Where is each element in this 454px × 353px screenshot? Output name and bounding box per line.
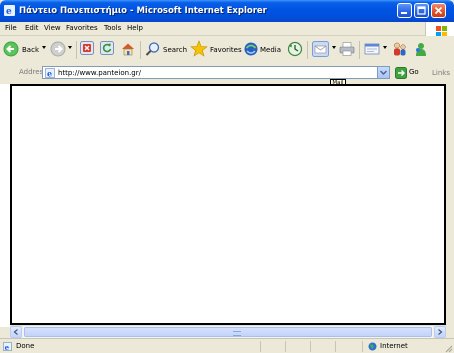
messenger-icon: [416, 43, 426, 56]
home-button[interactable]: [120, 39, 136, 61]
toolbar-separator: [76, 41, 77, 59]
go-arrow-icon: [395, 67, 407, 79]
chevron-down-icon: [380, 70, 387, 75]
menu-file[interactable]: File: [5, 23, 17, 34]
go-label: Go: [409, 68, 419, 76]
window-title: Πάντειο Πανεπιστήμιο - Microsoft Interne…: [19, 6, 267, 16]
mail-icon: [312, 41, 329, 57]
stop-icon: [80, 41, 94, 55]
menu-edit[interactable]: Edit: [25, 23, 39, 34]
menu-view[interactable]: View: [44, 23, 61, 34]
history-button[interactable]: [287, 39, 303, 61]
menu-help[interactable]: Help: [127, 23, 143, 34]
close-button[interactable]: [431, 3, 446, 18]
close-icon: [434, 6, 443, 15]
edit-dropdown-arrow[interactable]: [383, 46, 387, 49]
ie-window: e Πάντειο Πανεπιστήμιο - Microsoft Inter…: [0, 0, 454, 353]
internet-globe-icon: [368, 342, 377, 351]
back-label: Back: [22, 46, 39, 54]
maximize-icon: [417, 6, 426, 15]
search-icon: [145, 42, 160, 56]
forward-dropdown-arrow[interactable]: [68, 46, 72, 49]
address-url: http://www.panteion.gr/: [58, 69, 141, 77]
status-text: Done: [16, 342, 35, 350]
messenger-button[interactable]: [413, 39, 429, 61]
scroll-thumb[interactable]: [24, 327, 432, 337]
status-panel-divider: [285, 341, 286, 352]
page-content-area[interactable]: [10, 84, 446, 325]
favorites-star-icon: [190, 40, 208, 57]
scroll-grip: [233, 331, 241, 336]
toolbar-separator: [359, 41, 360, 59]
search-button[interactable]: Search: [145, 39, 188, 61]
address-bar: Address e http://www.panteion.gr/ Go Lin…: [0, 64, 454, 82]
mail-dropdown-arrow[interactable]: [332, 46, 336, 49]
links-button[interactable]: Links: [432, 69, 450, 77]
home-icon: [122, 43, 134, 56]
media-button[interactable]: Media: [243, 39, 281, 61]
forward-button[interactable]: [50, 39, 66, 61]
favorites-label: Favorites: [210, 46, 242, 54]
mail-button[interactable]: [312, 39, 330, 61]
refresh-button[interactable]: [100, 39, 116, 61]
status-panel-divider: [310, 341, 311, 352]
menu-tools[interactable]: Tools: [104, 23, 121, 34]
chevron-left-icon: [13, 328, 18, 336]
discuss-button[interactable]: [392, 39, 408, 61]
menu-bar: File Edit View Favorites Tools Help: [0, 22, 454, 36]
edit-page-icon: [364, 43, 380, 55]
scroll-right-button[interactable]: [434, 326, 446, 338]
history-icon: [287, 41, 303, 57]
refresh-icon: [100, 41, 114, 55]
ie-logo-icon: e: [4, 5, 15, 16]
search-label: Search: [163, 46, 188, 54]
toolbar-separator: [307, 41, 308, 59]
svg-text:e: e: [5, 343, 10, 351]
maximize-button[interactable]: [414, 3, 429, 18]
minimize-button[interactable]: [397, 3, 412, 18]
address-dropdown-button[interactable]: [377, 67, 389, 78]
menu-favorites[interactable]: Favorites: [66, 23, 98, 34]
horizontal-scrollbar[interactable]: [10, 325, 446, 338]
status-panel-divider: [260, 341, 261, 352]
resize-grip-icon[interactable]: [443, 343, 453, 353]
media-label: Media: [260, 46, 282, 54]
forward-arrow-icon: [50, 41, 66, 57]
status-panel-divider: [335, 341, 336, 352]
scroll-left-button[interactable]: [10, 326, 22, 338]
stop-button[interactable]: [80, 39, 96, 61]
edit-button[interactable]: [364, 39, 380, 61]
security-zone-label: Internet: [380, 342, 408, 350]
status-panel-divider: [362, 341, 363, 352]
favorites-button[interactable]: Favorites: [190, 39, 242, 61]
print-button[interactable]: [339, 39, 355, 61]
media-icon: [244, 42, 258, 56]
svg-text:e: e: [6, 7, 12, 16]
back-button[interactable]: Back: [3, 39, 41, 61]
standard-toolbar: Back Search Favorites Media: [0, 36, 454, 65]
chevron-right-icon: [438, 328, 443, 336]
go-button[interactable]: Go: [395, 67, 425, 79]
status-bar: e Done Internet: [0, 338, 454, 353]
page-ie-icon: e: [45, 68, 55, 78]
address-input[interactable]: e http://www.panteion.gr/: [42, 66, 390, 79]
back-dropdown-arrow[interactable]: [42, 46, 46, 49]
toolbar-separator: [140, 41, 141, 59]
svg-text:e: e: [47, 69, 52, 79]
content-margin: [0, 84, 10, 327]
discuss-people-icon: [394, 42, 406, 56]
printer-icon: [339, 42, 355, 56]
title-bar[interactable]: e Πάντειο Πανεπιστήμιο - Microsoft Inter…: [0, 0, 454, 22]
minimize-icon: [401, 12, 407, 14]
page-done-icon: e: [3, 342, 12, 351]
back-arrow-icon: [3, 41, 19, 57]
